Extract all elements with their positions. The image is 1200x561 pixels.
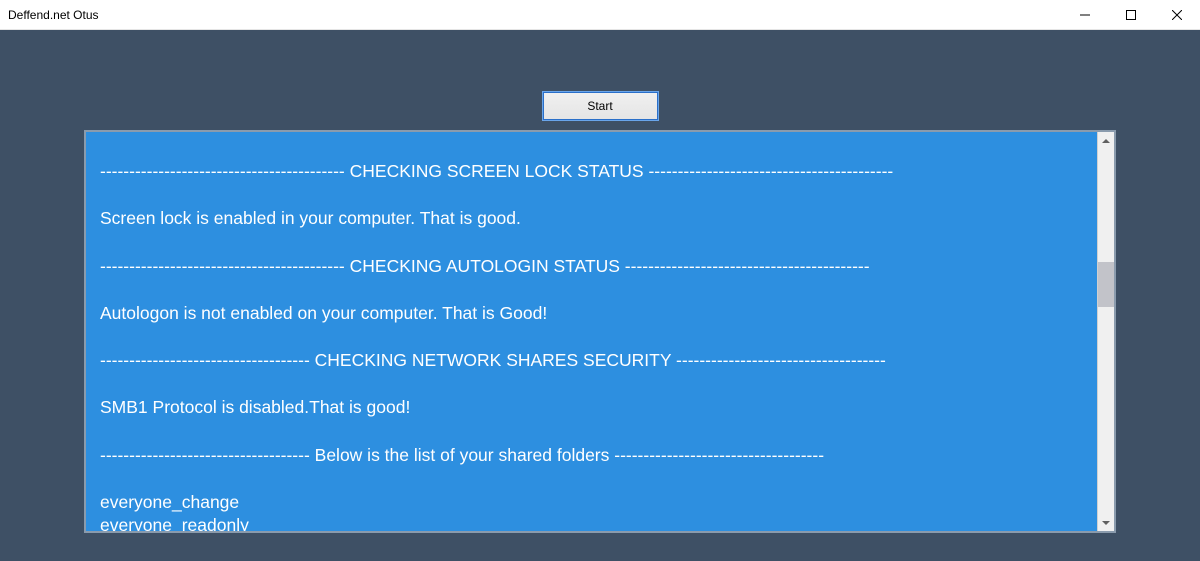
output-text: ----------------------------------------… <box>86 132 1097 531</box>
output-line: ----------------------------------------… <box>100 161 893 181</box>
output-line: ------------------------------------ Bel… <box>100 445 824 465</box>
app-body: Start ----------------------------------… <box>0 30 1200 561</box>
scroll-up-arrow-icon[interactable] <box>1098 132 1114 149</box>
output-line: SMB1 Protocol is disabled.That is good! <box>100 397 410 417</box>
output-line: everyone_readonly <box>100 515 249 531</box>
output-line: Autologon is not enabled on your compute… <box>100 303 547 323</box>
vertical-scrollbar[interactable] <box>1097 132 1114 531</box>
output-line: everyone_change <box>100 492 239 512</box>
scroll-down-arrow-icon[interactable] <box>1098 514 1114 531</box>
window-controls <box>1062 0 1200 29</box>
output-panel: ----------------------------------------… <box>84 130 1116 533</box>
minimize-button[interactable] <box>1062 0 1108 29</box>
scroll-thumb[interactable] <box>1098 262 1114 307</box>
output-line: ------------------------------------ CHE… <box>100 350 886 370</box>
output-line: ----------------------------------------… <box>100 256 870 276</box>
close-button[interactable] <box>1154 0 1200 29</box>
maximize-button[interactable] <box>1108 0 1154 29</box>
window-titlebar: Deffend.net Otus <box>0 0 1200 30</box>
output-line: Screen lock is enabled in your computer.… <box>100 208 521 228</box>
start-button[interactable]: Start <box>543 92 658 120</box>
window-title: Deffend.net Otus <box>8 8 99 22</box>
